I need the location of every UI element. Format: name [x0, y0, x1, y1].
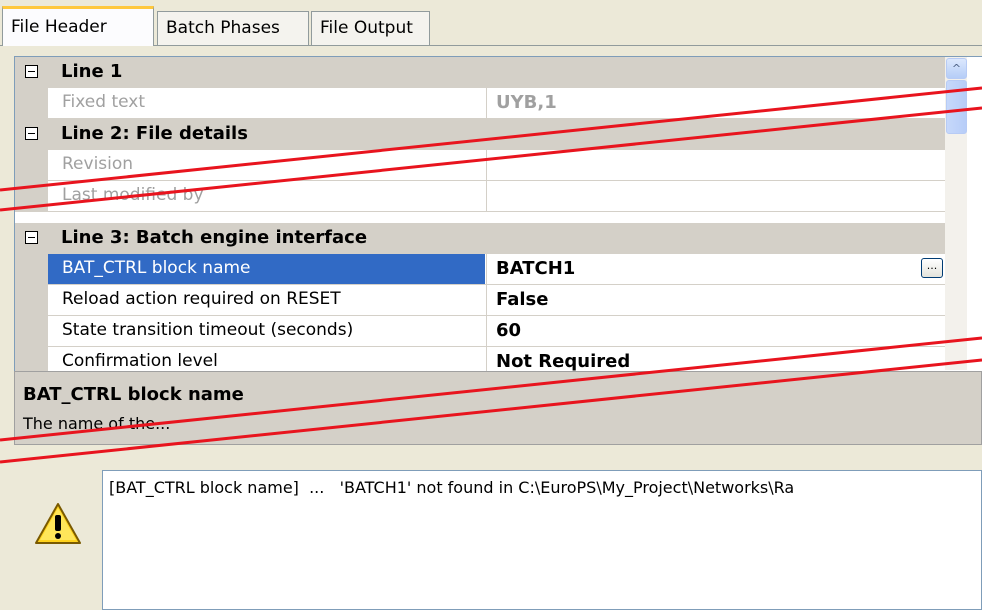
collapse-icon[interactable] [25, 231, 38, 244]
browse-button[interactable]: ... [921, 258, 943, 278]
property-name: Reload action required on RESET [62, 289, 341, 309]
property-row-fixed-text[interactable]: Fixed text UYB,1 [15, 88, 945, 119]
tab-file-header[interactable]: File Header [2, 6, 154, 46]
category-line-1[interactable]: Line 1 [15, 57, 945, 88]
property-value-text: BATCH1 [496, 258, 576, 279]
property-value [486, 181, 945, 211]
property-name: Revision [62, 154, 134, 174]
property-name: State transition timeout (seconds) [62, 320, 354, 340]
property-row-bat-ctrl[interactable]: BAT_CTRL block name BATCH1 ... [15, 254, 945, 285]
category-label: Line 3: Batch engine interface [61, 227, 368, 248]
property-row-revision[interactable]: Revision [15, 150, 945, 181]
row-margin [15, 285, 48, 315]
category-line-2[interactable]: Line 2: File details [15, 119, 945, 150]
tab-label: Batch Phases [166, 18, 280, 38]
property-row-confirmation[interactable]: Confirmation level Not Required [15, 347, 945, 371]
property-row-timeout[interactable]: State transition timeout (seconds) 60 [15, 316, 945, 347]
message-pane: [BAT_CTRL block name] ... 'BATCH1' not f… [14, 470, 982, 610]
collapse-icon[interactable] [25, 65, 38, 78]
warning-icon [35, 503, 81, 544]
description-text: The name of the... [23, 414, 171, 433]
property-name: Confirmation level [62, 351, 218, 371]
vertical-scrollbar[interactable]: ^ [945, 57, 967, 370]
property-value[interactable]: False [486, 285, 945, 315]
property-name: BAT_CTRL block name [48, 254, 485, 284]
row-margin [15, 316, 48, 346]
description-title: BAT_CTRL block name [23, 384, 244, 405]
category-line-3[interactable]: Line 3: Batch engine interface [15, 223, 945, 254]
property-value[interactable]: BATCH1 ... [486, 254, 945, 284]
property-value[interactable]: Not Required [486, 347, 945, 371]
property-row-reload-action[interactable]: Reload action required on RESET False [15, 285, 945, 316]
scroll-thumb[interactable] [946, 80, 967, 134]
row-margin [15, 347, 48, 371]
row-margin [15, 150, 48, 180]
collapse-icon[interactable] [25, 127, 38, 140]
tab-label: File Output [320, 18, 413, 38]
row-margin [15, 88, 48, 118]
category-label: Line 2: File details [61, 123, 248, 144]
property-row-last-modified[interactable]: Last modified by [15, 181, 945, 212]
property-value[interactable]: 60 [486, 316, 945, 346]
row-margin [15, 254, 48, 284]
category-label: Line 1 [61, 61, 123, 82]
property-grid: Line 1 Fixed text UYB,1 Line 2: File det… [14, 56, 982, 371]
tab-file-output[interactable]: File Output [311, 11, 430, 45]
tab-strip: File Header Batch Phases File Output [0, 0, 982, 46]
tab-label: File Header [11, 17, 107, 37]
property-name: Last modified by [62, 185, 204, 205]
property-name: Fixed text [62, 92, 146, 112]
message-list[interactable]: [BAT_CTRL block name] ... 'BATCH1' not f… [102, 470, 982, 610]
row-margin [15, 181, 48, 211]
scroll-up-button[interactable]: ^ [946, 58, 967, 79]
property-value: UYB,1 [486, 88, 945, 118]
property-value [486, 150, 945, 180]
description-pane: BAT_CTRL block name The name of the... [14, 371, 982, 445]
tab-batch-phases[interactable]: Batch Phases [157, 11, 309, 45]
